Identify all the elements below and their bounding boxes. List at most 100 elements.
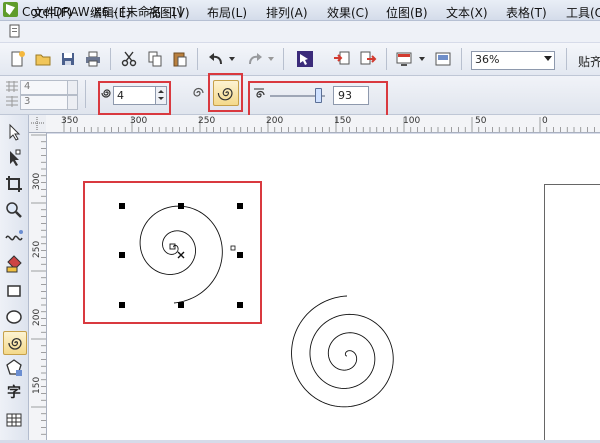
selection-handle: [237, 252, 243, 258]
menu-bitmaps[interactable]: 位图(B): [386, 4, 428, 21]
undo-dropdown-icon[interactable]: [229, 57, 235, 61]
center-x-marker: [177, 251, 185, 259]
selection-handle: [119, 203, 125, 209]
canvas-shapes[interactable]: [47, 134, 600, 440]
spiral-revolutions-icon: [101, 87, 113, 99]
v-ruler-label: 150: [32, 376, 42, 394]
export-icon[interactable]: [359, 50, 377, 68]
menu-bar: [0, 21, 600, 42]
selection-handle: [119, 252, 125, 258]
ellipse-tool[interactable]: [3, 306, 25, 328]
polygon-tool[interactable]: [3, 357, 25, 379]
expansion-slider-thumb[interactable]: [315, 88, 323, 103]
logarithmic-spiral-button[interactable]: [213, 80, 239, 106]
spiral-expansion-icon: [253, 88, 265, 100]
selection-handle: [237, 302, 243, 308]
h-ruler-label: 250: [198, 116, 216, 126]
menu-view[interactable]: 视图(V): [148, 4, 190, 21]
spiral-expansion-field[interactable]: 93: [333, 86, 369, 105]
freehand-icon: [5, 230, 23, 241]
document-icon[interactable]: [8, 24, 22, 38]
h-ruler-label: 100: [403, 116, 421, 126]
ruler-origin[interactable]: [29, 115, 47, 133]
save-icon[interactable]: [59, 50, 77, 68]
v-ruler-label: 300: [32, 172, 42, 190]
selection-handle: [119, 302, 125, 308]
menu-table[interactable]: 表格(T): [506, 4, 547, 21]
ellipse-icon: [6, 310, 22, 324]
undo-icon[interactable]: [207, 50, 225, 68]
application-launcher-icon[interactable]: [395, 50, 413, 68]
zoom-icon: [6, 202, 22, 218]
menu-edit[interactable]: 编辑(E): [90, 4, 131, 21]
crop-tool[interactable]: [3, 173, 25, 195]
rows-value: 3: [24, 96, 31, 107]
h-ruler-label: 200: [266, 116, 284, 126]
zoom-level-select[interactable]: 36%: [471, 51, 555, 70]
h-ruler-label: 50: [475, 116, 487, 126]
h-ruler-label: 300: [130, 116, 148, 126]
smart-fill-tool[interactable]: [3, 253, 25, 275]
spin-arrows-icon[interactable]: [67, 81, 77, 94]
revolutions-value: 4: [117, 89, 124, 102]
table-icon: [6, 413, 22, 427]
redo-dropdown-icon[interactable]: [268, 57, 274, 61]
columns-field[interactable]: 4: [20, 80, 78, 95]
selection-handle: [237, 203, 243, 209]
search-content-icon[interactable]: [296, 50, 314, 68]
spin-arrows-icon[interactable]: [155, 87, 166, 104]
print-icon[interactable]: [84, 50, 102, 68]
crop-icon: [6, 176, 22, 192]
snap-to-menu[interactable]: 贴齐: [578, 53, 600, 70]
zoom-value: 36%: [475, 53, 500, 66]
toolbar-separator: [85, 80, 86, 108]
zoom-tool[interactable]: [3, 199, 25, 221]
toolbar-separator: [110, 48, 111, 70]
text-icon: 字: [7, 385, 21, 401]
symmetrical-spiral-icon[interactable]: [188, 84, 206, 102]
menu-layout[interactable]: 布局(L): [207, 4, 247, 21]
launcher-dropdown-icon[interactable]: [419, 57, 425, 61]
menu-file[interactable]: 文件(F): [32, 4, 72, 21]
spiral-end-node: [230, 245, 236, 251]
rectangle-icon: [7, 285, 21, 297]
text-tool[interactable]: 字: [3, 382, 25, 404]
table-tool[interactable]: [3, 409, 25, 431]
rows-field[interactable]: 3: [20, 95, 78, 110]
import-icon[interactable]: [333, 50, 351, 68]
columns-icon: [5, 80, 19, 93]
selection-handle: [178, 302, 184, 308]
open-folder-icon[interactable]: [34, 50, 52, 68]
menu-tools[interactable]: 工具(O): [566, 4, 600, 21]
toolbar-separator: [283, 48, 284, 70]
symmetrical-spiral-shape: [291, 295, 394, 408]
pick-tool[interactable]: [3, 121, 25, 143]
menu-effects[interactable]: 效果(C): [327, 4, 369, 21]
rows-icon: [5, 95, 19, 108]
cut-icon[interactable]: [120, 50, 138, 68]
menu-arrange[interactable]: 排列(A): [266, 4, 308, 21]
freehand-tool[interactable]: [3, 226, 25, 248]
selection-handle: [178, 203, 184, 209]
spin-arrows-icon[interactable]: [67, 96, 77, 109]
new-document-icon[interactable]: [8, 50, 26, 68]
toolbar-separator: [197, 48, 198, 70]
pick-icon: [9, 123, 21, 141]
columns-value: 4: [24, 81, 31, 92]
spiral-center-node: [169, 243, 176, 250]
menu-text[interactable]: 文本(X): [446, 4, 488, 21]
spiral-revolutions-field[interactable]: 4: [113, 86, 167, 105]
welcome-screen-icon[interactable]: [434, 50, 452, 68]
v-ruler-label: 200: [32, 308, 42, 326]
paste-icon[interactable]: [171, 50, 189, 68]
spiral-icon: [8, 337, 22, 350]
chevron-down-icon: [544, 56, 552, 61]
shape-tool[interactable]: [3, 147, 25, 169]
redo-icon[interactable]: [246, 50, 264, 68]
rectangle-tool[interactable]: [3, 280, 25, 302]
h-ruler-label: 150: [334, 116, 352, 126]
spiral-tool[interactable]: [3, 331, 27, 355]
copy-icon[interactable]: [146, 50, 164, 68]
h-ruler-label: 350: [61, 116, 79, 126]
toolbar-separator: [386, 48, 387, 70]
